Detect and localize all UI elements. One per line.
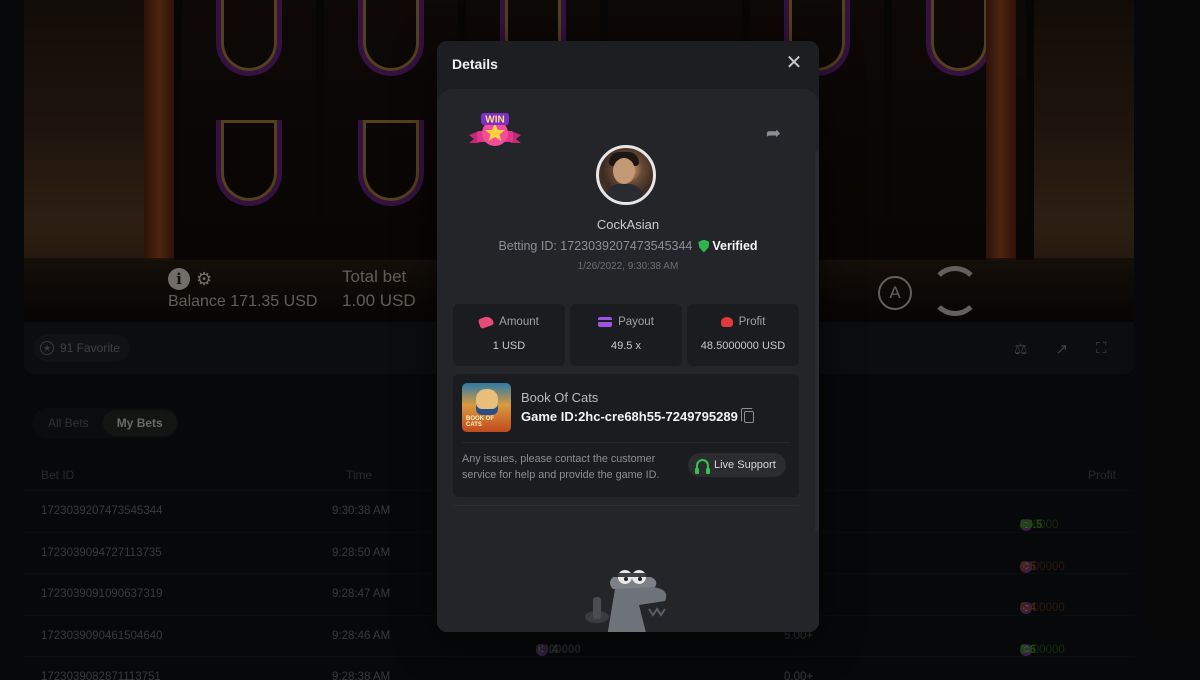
game-thumbnail[interactable]: BOOK OF CATS bbox=[462, 383, 511, 432]
win-badge-text: WIN bbox=[485, 115, 504, 126]
game-id-row: Game ID:2hc-cre68h55-7249795289 bbox=[521, 407, 754, 424]
amount-icon bbox=[477, 314, 495, 330]
avatar bbox=[596, 145, 656, 205]
crocodile-mascot-icon bbox=[585, 570, 667, 632]
bet-stats: Amount 1 USD Payout 49.5 x Profit 48.500… bbox=[453, 304, 799, 366]
support-hint-text: Any issues, please contact the customer … bbox=[462, 453, 660, 481]
divider bbox=[453, 505, 799, 506]
profit-icon bbox=[720, 317, 733, 327]
stat-amount-value: 1 USD bbox=[492, 340, 526, 352]
stat-payout-label: Payout bbox=[618, 316, 654, 328]
stat-payout-value: 49.5 x bbox=[611, 340, 641, 352]
game-name[interactable]: Book Of Cats bbox=[521, 390, 598, 405]
stat-profit-label: Profit bbox=[738, 316, 766, 328]
verified-badge: Verified bbox=[698, 239, 758, 253]
stat-amount: Amount 1 USD bbox=[453, 304, 565, 366]
copy-icon[interactable] bbox=[740, 407, 754, 423]
modal-scrollbar[interactable] bbox=[815, 151, 819, 531]
betting-id-row: Betting ID: 1723039207473545344 Verified bbox=[437, 239, 819, 253]
divider bbox=[462, 442, 790, 443]
live-support-button[interactable]: Live Support bbox=[688, 453, 786, 477]
close-icon[interactable]: ✕ bbox=[785, 53, 803, 73]
verified-label: Verified bbox=[712, 239, 758, 253]
shield-check-icon bbox=[698, 239, 710, 253]
game-info-card: BOOK OF CATS Book Of Cats Game ID:2hc-cr… bbox=[453, 374, 799, 497]
win-badge-icon: WIN bbox=[469, 113, 521, 146]
stat-profit-value: 48.5000000 USD bbox=[700, 340, 786, 352]
headset-icon bbox=[695, 459, 710, 474]
modal-title: Details bbox=[452, 56, 498, 72]
share-icon[interactable]: ➦ bbox=[766, 123, 781, 144]
bet-details-card: WIN ➦ CockAsian Betting ID: 172303920747… bbox=[437, 89, 819, 632]
game-thumbnail-label: BOOK OF CATS bbox=[466, 416, 494, 428]
stat-payout: Payout 49.5 x bbox=[570, 304, 682, 366]
live-support-label: Live Support bbox=[714, 459, 776, 471]
stat-profit: Profit 48.5000000 USD bbox=[687, 304, 799, 366]
stat-amount-label: Amount bbox=[499, 316, 539, 328]
bet-datetime: 1/26/2022, 9:30:38 AM bbox=[577, 261, 679, 272]
payout-icon bbox=[598, 317, 613, 327]
details-modal: Details ✕ WIN ➦ CockAsian Betting ID: 17… bbox=[437, 41, 819, 632]
game-id: Game ID:2hc-cre68h55-7249795289 bbox=[521, 409, 738, 424]
betting-id: Betting ID: 1723039207473545344 bbox=[498, 239, 693, 253]
username: CockAsian bbox=[596, 217, 660, 232]
